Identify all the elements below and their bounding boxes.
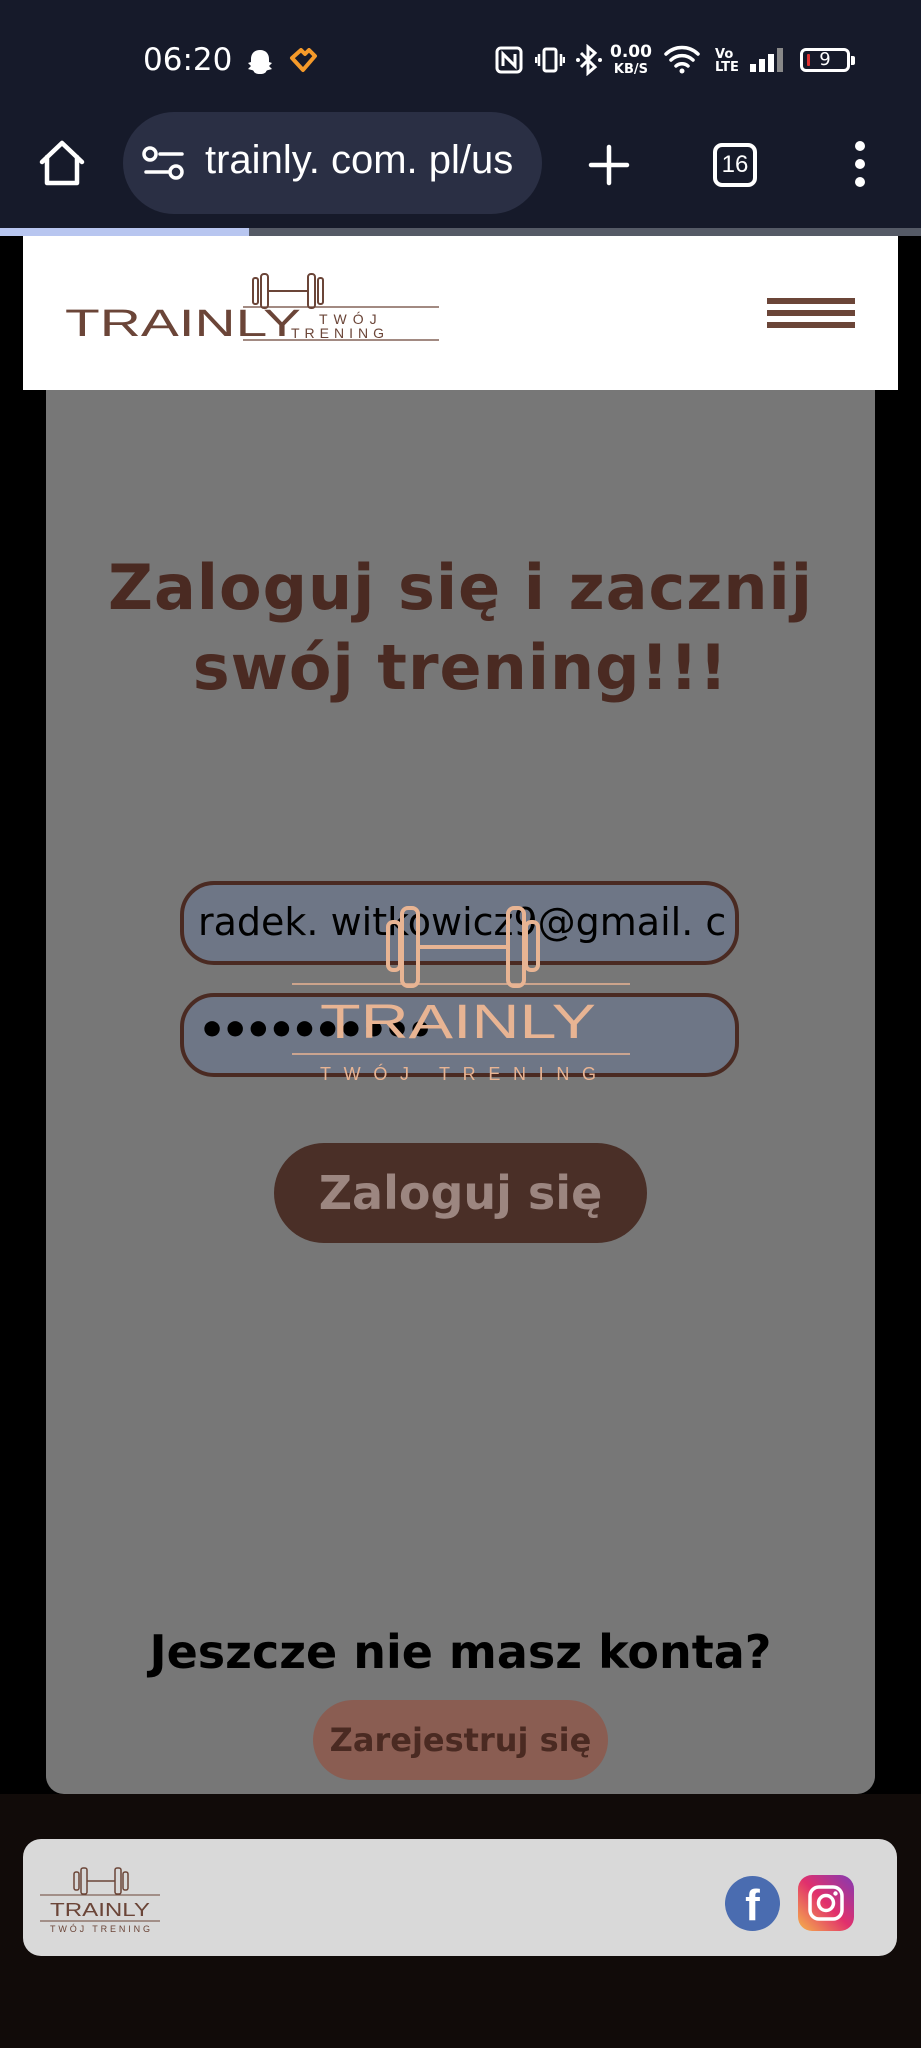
overlay-dumbbell-icon: [386, 906, 540, 988]
site-settings-icon[interactable]: [142, 145, 186, 181]
bluetooth-icon: [576, 44, 602, 76]
footer-logo-tagline: TWÓJ TRENING: [50, 1924, 150, 1934]
wifi-icon: [664, 45, 700, 74]
site-header: TRAINLY TWÓJ TRENING: [23, 236, 898, 390]
status-time: 06:20: [143, 42, 233, 78]
more-menu-icon[interactable]: [848, 140, 872, 188]
nfc-icon: [495, 46, 523, 74]
header-logo[interactable]: TRAINLY TWÓJ TRENING: [43, 272, 443, 354]
overlay-logo: TRAINLY TWÓJ TRENING: [292, 906, 630, 1084]
no-account-text: Jeszcze nie masz konta?: [149, 1625, 772, 1679]
header-logo-name: TRAINLY: [65, 303, 301, 345]
overlay-logo-name: TRAINLY: [320, 996, 596, 1049]
volte-indicator: Vo LTE: [715, 48, 739, 74]
network-speed-unit: KB/S: [613, 62, 649, 77]
network-speed-value: 0.00: [610, 42, 652, 62]
heart-app-icon: [290, 48, 317, 72]
page-load-progress-fill: [0, 228, 249, 236]
instagram-icon[interactable]: [798, 1875, 854, 1931]
battery-level: 9: [819, 49, 831, 70]
footer-dumbbell-icon: [73, 1867, 129, 1895]
home-icon[interactable]: [36, 138, 88, 188]
register-button[interactable]: Zarejestruj się: [313, 1700, 608, 1780]
footer-logo-name: TRAINLY: [50, 1900, 150, 1920]
url-text[interactable]: trainly. com. pl/us: [205, 138, 521, 183]
volte-line2: LTE: [715, 60, 739, 75]
tabs-icon[interactable]: 16: [713, 143, 757, 187]
footer-logo[interactable]: TRAINLY TWÓJ TRENING: [38, 1866, 164, 1936]
login-button[interactable]: Zaloguj się: [274, 1143, 647, 1243]
headline-line2: swój trening!!!: [192, 631, 729, 704]
overlay-logo-tagline: TWÓJ TRENING: [320, 1063, 596, 1084]
headline-line1: Zaloguj się i zacznij: [107, 551, 814, 624]
login-headline: Zaloguj się i zacznij swój trening!!!: [90, 548, 831, 708]
facebook-icon[interactable]: f: [725, 1876, 780, 1931]
vibrate-icon: [535, 47, 565, 73]
network-speed: 0.00 KB/S: [610, 44, 652, 78]
header-logo-tagline-bottom: TRENING: [291, 325, 389, 341]
new-tab-icon[interactable]: [588, 144, 630, 186]
instagram-glyph: [808, 1885, 844, 1921]
signal-icon: [750, 48, 783, 72]
battery-icon: 9: [800, 48, 855, 72]
snapchat-icon: [248, 50, 272, 74]
